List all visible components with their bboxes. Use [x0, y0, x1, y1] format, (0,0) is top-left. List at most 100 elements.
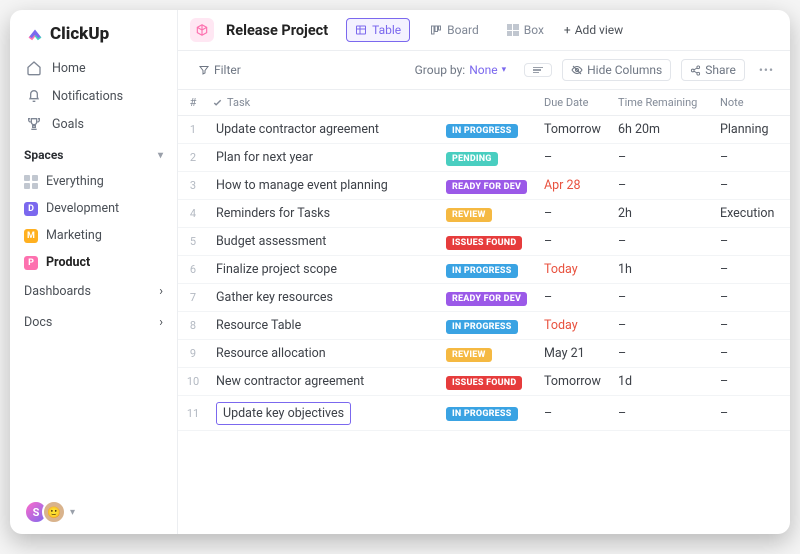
cell-time-remaining[interactable]: – — [618, 290, 720, 305]
space-item-marketing[interactable]: MMarketing — [10, 222, 177, 249]
space-item-development[interactable]: DDevelopment — [10, 195, 177, 222]
col-header-due[interactable]: Due Date — [544, 96, 618, 109]
cell-note[interactable]: – — [720, 346, 790, 361]
cell-time-remaining[interactable]: 6h 20m — [618, 122, 720, 137]
cell-status[interactable]: IN PROGRESS — [446, 405, 544, 421]
cell-status[interactable]: READY FOR DEV — [446, 178, 544, 194]
cell-time-remaining[interactable]: – — [618, 346, 720, 361]
table-row[interactable]: 11 Update key objectives IN PROGRESS – –… — [178, 396, 790, 431]
cell-due-date[interactable]: – — [544, 206, 618, 221]
cell-time-remaining[interactable]: – — [618, 234, 720, 249]
chevron-down-icon[interactable]: ▾ — [70, 507, 75, 518]
cell-task[interactable]: New contractor agreement — [208, 374, 446, 389]
user-avatars[interactable]: S 🙂 ▾ — [10, 490, 177, 534]
cell-due-date[interactable]: Tomorrow — [544, 374, 618, 389]
cell-task[interactable]: How to manage event planning — [208, 178, 446, 193]
cell-note[interactable]: – — [720, 406, 790, 421]
cell-note[interactable]: – — [720, 318, 790, 333]
cell-time-remaining[interactable]: 2h — [618, 206, 720, 221]
col-header-task[interactable]: Task — [208, 96, 446, 109]
chevron-right-icon: › — [159, 284, 163, 299]
cell-status[interactable]: IN PROGRESS — [446, 122, 544, 138]
nav-label: Goals — [52, 117, 84, 132]
cell-due-date[interactable]: – — [544, 234, 618, 249]
space-everything[interactable]: Everything — [10, 168, 177, 195]
cell-due-date[interactable]: May 21 — [544, 346, 618, 361]
cell-due-date[interactable]: – — [544, 406, 618, 421]
table-row[interactable]: 10 New contractor agreement ISSUES FOUND… — [178, 368, 790, 396]
table-row[interactable]: 5 Budget assessment ISSUES FOUND – – – — [178, 228, 790, 256]
cell-time-remaining[interactable]: – — [618, 406, 720, 421]
nav-notifications[interactable]: Notifications — [18, 82, 169, 110]
cell-note[interactable]: – — [720, 150, 790, 165]
sort-button[interactable] — [524, 63, 552, 78]
cell-task[interactable]: Gather key resources — [208, 290, 446, 305]
cell-time-remaining[interactable]: – — [618, 178, 720, 193]
table-row[interactable]: 2 Plan for next year PENDING – – – — [178, 144, 790, 172]
table-row[interactable]: 7 Gather key resources READY FOR DEV – –… — [178, 284, 790, 312]
avatar[interactable]: 🙂 — [42, 500, 66, 524]
cell-task[interactable]: Update contractor agreement — [208, 122, 446, 137]
cell-time-remaining[interactable]: – — [618, 150, 720, 165]
cell-task[interactable]: Resource Table — [208, 318, 446, 333]
col-header-number[interactable]: # — [178, 96, 208, 109]
cell-note[interactable]: – — [720, 178, 790, 193]
cell-time-remaining[interactable]: – — [618, 318, 720, 333]
table-row[interactable]: 8 Resource Table IN PROGRESS Today – – — [178, 312, 790, 340]
nav-goals[interactable]: Goals — [18, 110, 169, 138]
cell-due-date[interactable]: Today — [544, 318, 618, 333]
cell-task[interactable]: Reminders for Tasks — [208, 206, 446, 221]
cell-status[interactable]: IN PROGRESS — [446, 262, 544, 278]
nav-docs[interactable]: Docs › — [10, 307, 177, 338]
cell-note[interactable]: – — [720, 262, 790, 277]
space-item-product[interactable]: PProduct — [10, 249, 177, 276]
cell-task[interactable]: Update key objectives — [208, 402, 446, 425]
cell-status[interactable]: REVIEW — [446, 206, 544, 222]
cell-status[interactable]: IN PROGRESS — [446, 318, 544, 334]
cell-task[interactable]: Budget assessment — [208, 234, 446, 249]
cell-time-remaining[interactable]: 1h — [618, 262, 720, 277]
cell-status[interactable]: PENDING — [446, 150, 544, 166]
cell-due-date[interactable]: Today — [544, 262, 618, 277]
table-row[interactable]: 1 Update contractor agreement IN PROGRES… — [178, 116, 790, 144]
cell-task[interactable]: Resource allocation — [208, 346, 446, 361]
nav-home[interactable]: Home — [18, 54, 169, 82]
more-options-button[interactable]: ••• — [755, 63, 778, 77]
cell-due-date[interactable]: Tomorrow — [544, 122, 618, 137]
table-row[interactable]: 9 Resource allocation REVIEW May 21 – – — [178, 340, 790, 368]
cell-task[interactable]: Plan for next year — [208, 150, 446, 165]
cell-due-date[interactable]: Apr 28 — [544, 178, 618, 193]
task-name-input[interactable]: Update key objectives — [216, 402, 351, 425]
cell-status[interactable]: ISSUES FOUND — [446, 374, 544, 390]
hide-columns-button[interactable]: Hide Columns — [562, 59, 671, 81]
table-row[interactable]: 4 Reminders for Tasks REVIEW – 2h Execut… — [178, 200, 790, 228]
brand-logo[interactable]: ClickUp — [10, 10, 177, 54]
cell-time-remaining[interactable]: 1d — [618, 374, 720, 389]
cell-note[interactable]: – — [720, 374, 790, 389]
task-name: Reminders for Tasks — [216, 206, 330, 221]
view-tab-board[interactable]: Board — [422, 19, 487, 41]
cell-note[interactable]: – — [720, 290, 790, 305]
table-row[interactable]: 3 How to manage event planning READY FOR… — [178, 172, 790, 200]
filter-button[interactable]: Filter — [190, 60, 249, 80]
view-tab-table[interactable]: Table — [346, 18, 410, 42]
cell-status[interactable]: READY FOR DEV — [446, 290, 544, 306]
cell-status[interactable]: ISSUES FOUND — [446, 234, 544, 250]
row-number: 11 — [178, 407, 208, 420]
nav-dashboards[interactable]: Dashboards › — [10, 276, 177, 307]
cell-note[interactable]: Execution — [720, 206, 790, 221]
spaces-header[interactable]: Spaces ▾ — [10, 138, 177, 168]
cell-due-date[interactable]: – — [544, 290, 618, 305]
table-row[interactable]: 6 Finalize project scope IN PROGRESS Tod… — [178, 256, 790, 284]
cell-note[interactable]: Planning — [720, 122, 790, 137]
group-by-button[interactable]: Group by: None ▾ — [407, 60, 515, 80]
cell-status[interactable]: REVIEW — [446, 346, 544, 362]
col-header-note[interactable]: Note — [720, 96, 790, 109]
col-header-time[interactable]: Time Remaining — [618, 96, 720, 109]
add-view-button[interactable]: + Add view — [564, 23, 623, 37]
view-tab-box[interactable]: Box — [499, 19, 552, 41]
cell-due-date[interactable]: – — [544, 150, 618, 165]
cell-task[interactable]: Finalize project scope — [208, 262, 446, 277]
share-button[interactable]: Share — [681, 59, 745, 81]
cell-note[interactable]: – — [720, 234, 790, 249]
